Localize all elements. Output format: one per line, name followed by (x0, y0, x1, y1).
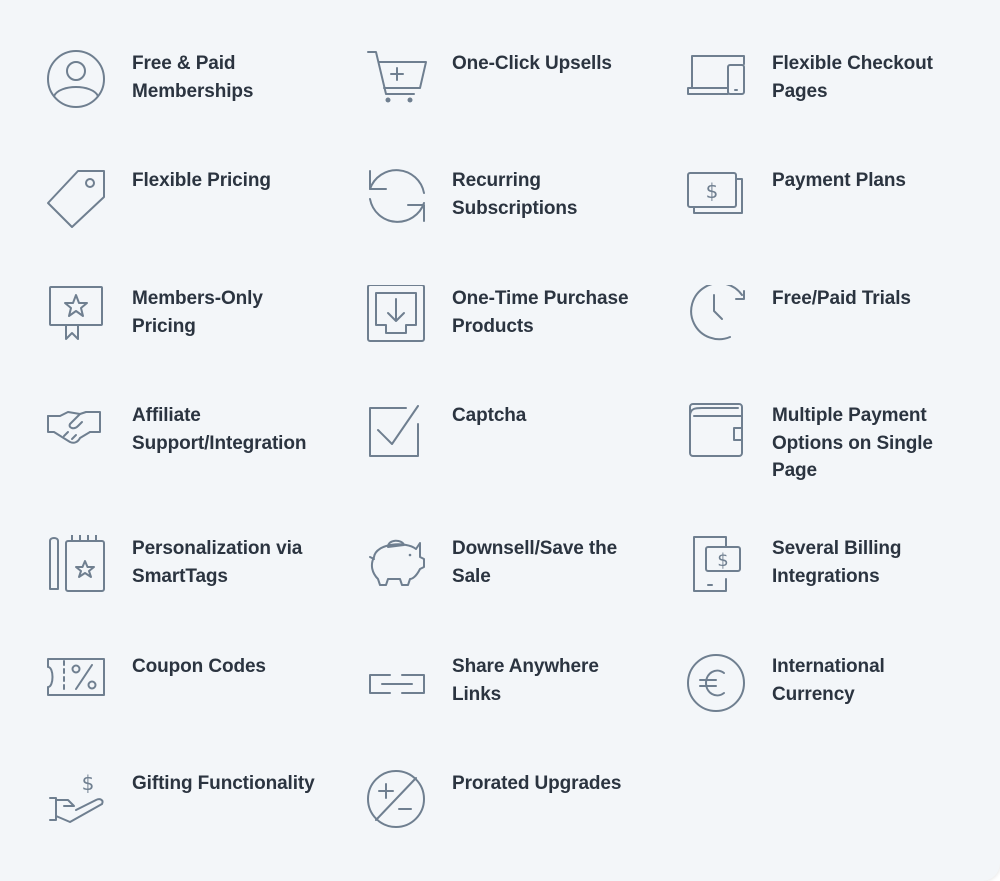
piggy-bank-icon (366, 535, 430, 599)
plus-minus-circle-icon (366, 770, 430, 834)
feature-members-only-pricing: Members-Only Pricing (46, 285, 346, 375)
feature-coupon-codes: Coupon Codes (46, 653, 346, 743)
hand-dollar-icon: $ (46, 770, 110, 834)
feature-payment-plans: $ Payment Plans (686, 167, 986, 257)
download-tray-icon (366, 285, 430, 349)
certificate-star-icon (46, 285, 110, 349)
user-circle-icon (46, 50, 110, 114)
svg-text:$: $ (706, 179, 719, 203)
feature-label: Gifting Functionality (132, 773, 315, 794)
feature-label: Members-Only Pricing (132, 288, 263, 337)
feature-recurring-subscriptions: Recurring Subscriptions (366, 167, 666, 257)
price-tag-icon (46, 167, 110, 231)
banknote-dollar-icon: $ (686, 167, 750, 231)
phone-dollar-icon: $ (686, 535, 750, 599)
feature-international-currency: International Currency (686, 653, 986, 743)
feature-share-anywhere-links: Share Anywhere Links (366, 653, 666, 743)
feature-label: Share Anywhere Links (452, 656, 599, 705)
feature-label: Recurring Subscriptions (452, 170, 578, 219)
feature-prorated-upgrades: Prorated Upgrades (366, 770, 666, 860)
feature-label: Multiple Payment Options on Single Page (772, 405, 933, 481)
feature-one-click-upsells: One-Click Upsells (366, 50, 666, 140)
feature-label: Affiliate Support/Integration (132, 405, 307, 454)
feature-free-paid-trials: Free/Paid Trials (686, 285, 986, 375)
features-panel: Free & Paid Memberships One-Click Upsells… (0, 0, 1000, 881)
laptop-mobile-icon (686, 50, 750, 114)
feature-label: Free/Paid Trials (772, 288, 911, 309)
coupon-percent-icon (46, 653, 110, 717)
handshake-icon (46, 402, 110, 466)
feature-label: Personalization via SmartTags (132, 538, 303, 587)
refresh-arrows-icon (366, 167, 430, 231)
feature-free-paid-memberships: Free & Paid Memberships (46, 50, 346, 140)
svg-text:$: $ (717, 550, 728, 571)
feature-label: Coupon Codes (132, 656, 266, 677)
wallet-icon (686, 402, 750, 466)
feature-flexible-checkout-pages: Flexible Checkout Pages (686, 50, 986, 140)
checkbox-check-icon (366, 402, 430, 466)
feature-label: Downsell/Save the Sale (452, 538, 618, 587)
feature-label: Prorated Upgrades (452, 773, 622, 794)
feature-label: Free & Paid Memberships (132, 53, 254, 102)
feature-label: Flexible Pricing (132, 170, 271, 191)
feature-gifting-functionality: $ Gifting Functionality (46, 770, 346, 860)
feature-several-billing-integrations: $ Several Billing Integrations (686, 535, 986, 625)
feature-multiple-payment-options: Multiple Payment Options on Single Page (686, 402, 986, 492)
feature-label: Flexible Checkout Pages (772, 53, 933, 102)
feature-downsell-save-the-sale: Downsell/Save the Sale (366, 535, 666, 625)
svg-text:$: $ (82, 771, 95, 795)
feature-flexible-pricing: Flexible Pricing (46, 167, 346, 257)
feature-captcha: Captcha (366, 402, 666, 492)
feature-personalization-smarttags: Personalization via SmartTags (46, 535, 346, 625)
feature-label: Several Billing Integrations (772, 538, 902, 587)
clock-rotate-icon (686, 285, 750, 349)
feature-one-time-purchase-products: One-Time Purchase Products (366, 285, 666, 375)
euro-circle-icon (686, 653, 750, 717)
feature-label: International Currency (772, 656, 885, 705)
feature-affiliate-support: Affiliate Support/Integration (46, 402, 346, 492)
feature-label: One-Time Purchase Products (452, 288, 629, 337)
link-icon (366, 653, 430, 717)
feature-label: Captcha (452, 405, 527, 426)
notebook-star-pen-icon (46, 535, 110, 599)
feature-label: One-Click Upsells (452, 53, 612, 74)
cart-plus-icon (366, 50, 430, 114)
feature-label: Payment Plans (772, 170, 906, 191)
